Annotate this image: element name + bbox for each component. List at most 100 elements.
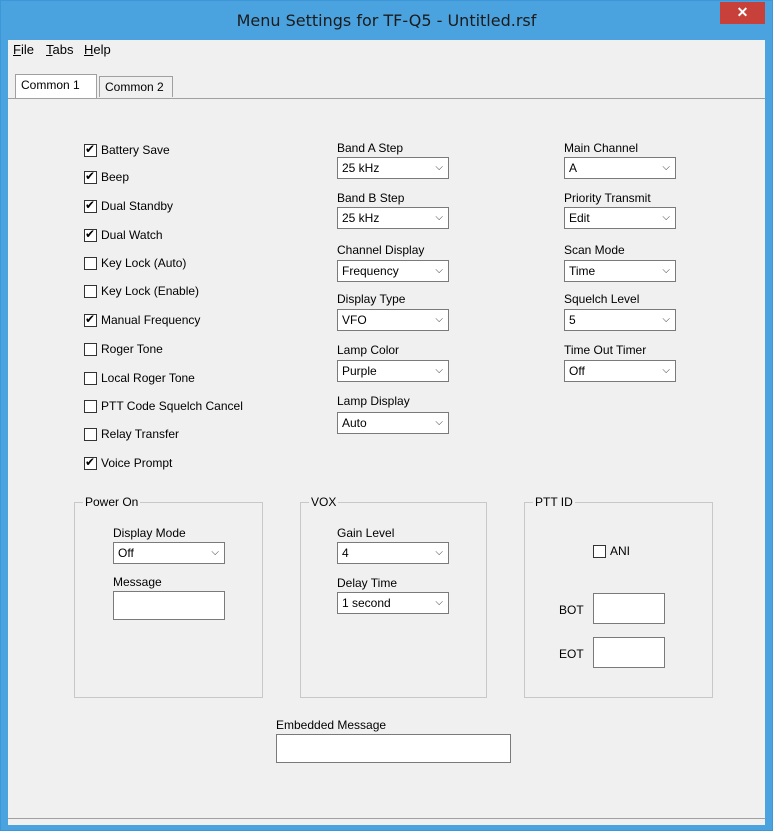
tab-common-1[interactable]: Common 1 (15, 74, 97, 98)
chevron-down-icon[interactable]: ⌵ (435, 158, 443, 178)
menu-help[interactable]: Help (84, 42, 111, 57)
title-bar[interactable]: Menu Settings for TF-Q5 - Untitled.rsf ✕ (1, 1, 772, 40)
window-title: Menu Settings for TF-Q5 - Untitled.rsf (236, 11, 537, 30)
select-value: Frequency (342, 264, 399, 278)
gain-level-select[interactable]: 4 ⌵ (337, 542, 449, 564)
checkbox-dual-watch[interactable]: Dual Watch (84, 227, 163, 243)
checkbox-box[interactable] (84, 256, 97, 270)
checkbox-ani[interactable]: ANI (593, 543, 630, 559)
main-channel-select[interactable]: A ⌵ (564, 157, 676, 179)
tab-common-2[interactable]: Common 2 (99, 76, 173, 97)
bot-label: BOT (559, 603, 584, 617)
checkbox-label: Key Lock (Auto) (101, 256, 187, 270)
checkbox-box[interactable] (84, 427, 97, 441)
channel-display-select[interactable]: Frequency ⌵ (337, 260, 449, 282)
chevron-down-icon[interactable]: ⌵ (662, 261, 670, 281)
checkbox-box[interactable] (84, 399, 97, 413)
time-out-timer-select[interactable]: Off ⌵ (564, 360, 676, 382)
checkbox-voice-prompt[interactable]: Voice Prompt (84, 455, 172, 471)
checkbox-box[interactable] (84, 455, 97, 470)
squelch-level-label: Squelch Level (564, 292, 640, 306)
vox-group: VOX Gain Level 4 ⌵ Delay Time 1 second ⌵ (300, 495, 487, 698)
message-input[interactable] (113, 591, 225, 620)
ptt-id-title: PTT ID (533, 495, 575, 509)
scan-mode-select[interactable]: Time ⌵ (564, 260, 676, 282)
menu-file-mnemonic: F (13, 42, 21, 57)
menu-tabs[interactable]: Tabs (46, 42, 73, 57)
menu-help-mnemonic: H (84, 42, 94, 57)
squelch-level-select[interactable]: 5 ⌵ (564, 309, 676, 331)
band-a-step-label: Band A Step (337, 141, 404, 155)
select-value: Time (569, 264, 596, 278)
checkbox-box[interactable] (84, 342, 97, 356)
chevron-down-icon[interactable]: ⌵ (211, 543, 219, 563)
chevron-down-icon[interactable]: ⌵ (662, 158, 670, 178)
select-value: VFO (342, 313, 367, 327)
embedded-message-label: Embedded Message (276, 718, 387, 732)
checkbox-label: Manual Frequency (101, 313, 201, 327)
chevron-down-icon[interactable]: ⌵ (435, 361, 443, 381)
menu-file-label: ile (20, 42, 34, 57)
checkbox-key-lock-auto[interactable]: Key Lock (Auto) (84, 255, 186, 271)
tab-panel-common-1: Battery Save Beep Dual Standby Dual Watc… (8, 98, 765, 825)
chevron-down-icon[interactable]: ⌵ (662, 310, 670, 330)
menu-file[interactable]: File (13, 42, 34, 57)
select-value: 25 kHz (342, 161, 380, 175)
close-button[interactable]: ✕ (720, 2, 765, 24)
checkbox-box[interactable] (84, 284, 97, 298)
app-window: Menu Settings for TF-Q5 - Untitled.rsf ✕… (0, 0, 773, 831)
chevron-down-icon[interactable]: ⌵ (662, 208, 670, 228)
checkbox-box[interactable] (593, 544, 606, 558)
checkbox-box[interactable] (84, 371, 97, 385)
checkbox-manual-frequency[interactable]: Manual Frequency (84, 312, 200, 328)
chevron-down-icon[interactable]: ⌵ (435, 593, 443, 613)
delay-time-label: Delay Time (337, 576, 398, 590)
checkbox-box[interactable] (84, 142, 97, 157)
chevron-down-icon[interactable]: ⌵ (435, 413, 443, 433)
panel-bottom-border (8, 818, 765, 819)
checkbox-label: Dual Standby (101, 199, 174, 213)
chevron-down-icon[interactable]: ⌵ (435, 261, 443, 281)
display-type-label: Display Type (337, 292, 406, 306)
time-out-timer-label: Time Out Timer (564, 343, 647, 357)
checkbox-box[interactable] (84, 227, 97, 242)
bot-input[interactable] (593, 593, 665, 624)
chevron-down-icon[interactable]: ⌵ (435, 208, 443, 228)
ptt-id-group: PTT ID ANI BOT EOT (524, 495, 713, 698)
checkbox-label: Battery Save (101, 143, 170, 157)
checkbox-box[interactable] (84, 312, 97, 327)
checkbox-dual-standby[interactable]: Dual Standby (84, 198, 173, 214)
checkbox-key-lock-enable[interactable]: Key Lock (Enable) (84, 283, 199, 299)
lamp-display-label: Lamp Display (337, 394, 410, 408)
checkbox-ptt-code-squelch-cancel[interactable]: PTT Code Squelch Cancel (84, 398, 243, 414)
power-on-title: Power On (83, 495, 141, 509)
eot-input[interactable] (593, 637, 665, 668)
checkbox-roger-tone[interactable]: Roger Tone (84, 341, 163, 357)
band-b-step-select[interactable]: 25 kHz ⌵ (337, 207, 449, 229)
chevron-down-icon[interactable]: ⌵ (435, 310, 443, 330)
lamp-color-select[interactable]: Purple ⌵ (337, 360, 449, 382)
chevron-down-icon[interactable]: ⌵ (662, 361, 670, 381)
checkbox-box[interactable] (84, 169, 97, 184)
priority-transmit-label: Priority Transmit (564, 191, 651, 205)
power-on-group: Power On Display Mode Off ⌵ Message (74, 495, 263, 698)
chevron-down-icon[interactable]: ⌵ (435, 543, 443, 563)
select-value: Purple (342, 364, 377, 378)
checkbox-local-roger-tone[interactable]: Local Roger Tone (84, 370, 195, 386)
checkbox-beep[interactable]: Beep (84, 169, 129, 185)
eot-label: EOT (559, 647, 584, 661)
display-type-select[interactable]: VFO ⌵ (337, 309, 449, 331)
embedded-message-input[interactable] (276, 734, 511, 763)
select-value: 5 (569, 313, 576, 327)
checkbox-box[interactable] (84, 198, 97, 213)
priority-transmit-select[interactable]: Edit ⌵ (564, 207, 676, 229)
checkbox-battery-save[interactable]: Battery Save (84, 142, 170, 158)
display-mode-select[interactable]: Off ⌵ (113, 542, 225, 564)
display-mode-label: Display Mode (113, 526, 186, 540)
delay-time-select[interactable]: 1 second ⌵ (337, 592, 449, 614)
select-value: Edit (569, 211, 590, 225)
checkbox-relay-transfer[interactable]: Relay Transfer (84, 426, 179, 442)
band-a-step-select[interactable]: 25 kHz ⌵ (337, 157, 449, 179)
select-value: 1 second (342, 596, 391, 610)
lamp-display-select[interactable]: Auto ⌵ (337, 412, 449, 434)
